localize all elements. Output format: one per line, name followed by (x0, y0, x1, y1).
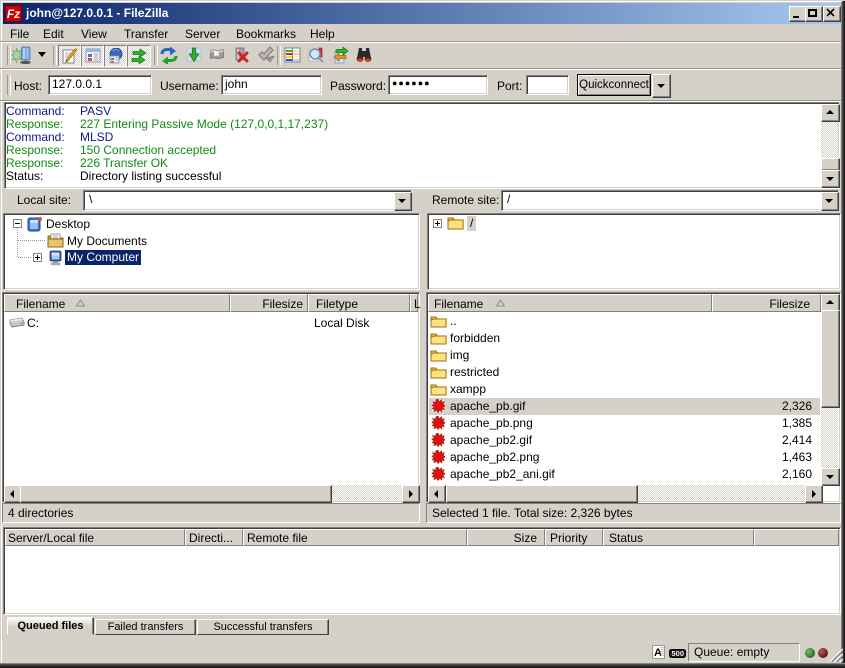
svg-text:500: 500 (672, 649, 685, 658)
